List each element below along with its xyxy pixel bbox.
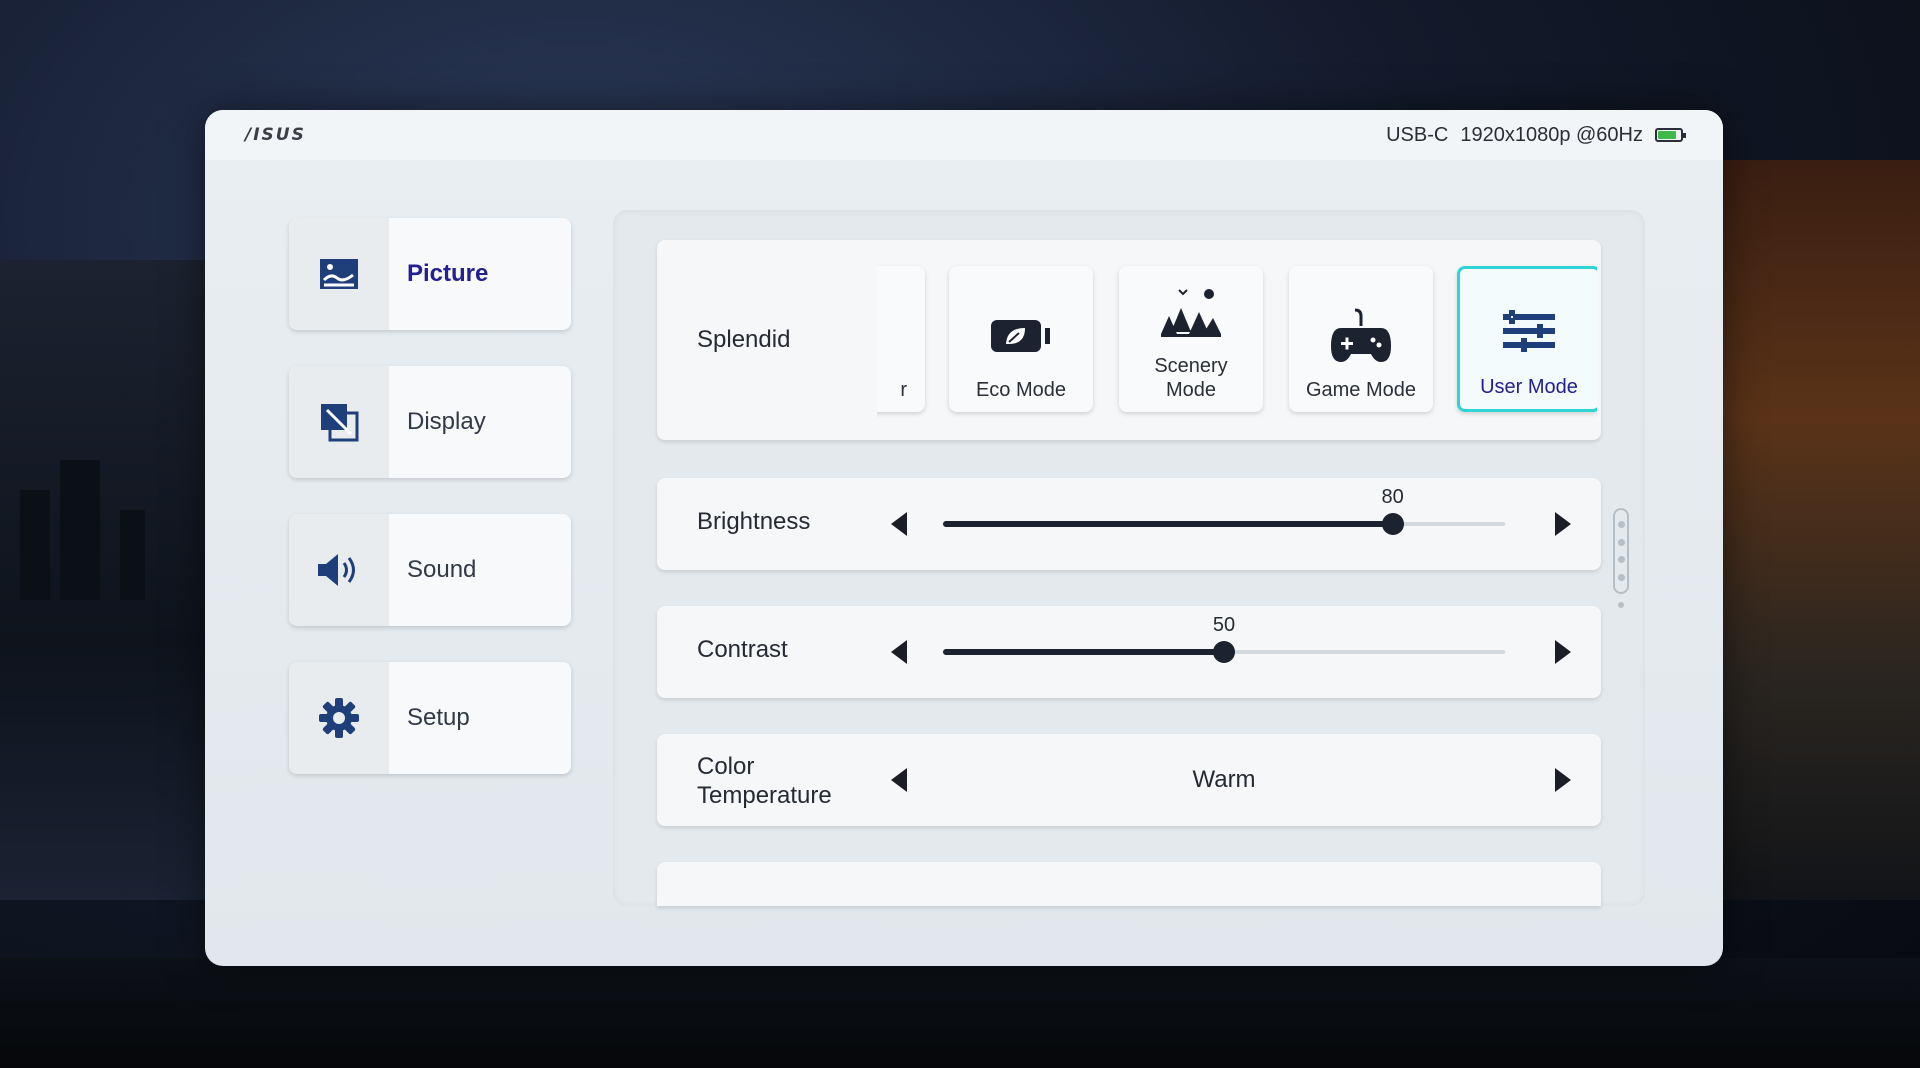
brand-logo: /ISUS	[245, 125, 306, 145]
contrast-value: 50	[1212, 614, 1236, 636]
nav-label-picture: Picture	[407, 260, 489, 287]
resolution-readout: 1920x1080p @60Hz	[1460, 123, 1643, 146]
mode-card-user[interactable]: User Mode	[1457, 266, 1597, 412]
scenery-trees-icon	[1159, 280, 1223, 344]
nav-item-sound[interactable]: Sound	[289, 514, 571, 626]
picture-settings-panel: Splendid r Eco Mode Scenery Mode Game Mo…	[613, 210, 1645, 906]
mode-label-user: User Mode	[1480, 376, 1578, 398]
brightness-label: Brightness	[697, 508, 811, 535]
display-icon	[289, 366, 389, 478]
gamepad-icon	[1329, 304, 1393, 368]
mode-label-eco: Eco Mode	[975, 379, 1067, 401]
mode-card-eco[interactable]: Eco Mode	[949, 266, 1093, 412]
mode-label-scenery: Scenery Mode	[1154, 355, 1228, 401]
side-nav: Picture Display Sound Setup	[289, 218, 571, 810]
mode-card-clipped[interactable]: r	[877, 266, 925, 412]
mode-label-game: Game Mode	[1305, 379, 1417, 401]
battery-icon	[1655, 128, 1686, 142]
brightness-slider-fill	[943, 521, 1393, 527]
background-left-scenery	[0, 260, 205, 900]
eco-leaf-icon	[989, 304, 1053, 368]
contrast-increase-arrow-icon[interactable]	[1555, 640, 1571, 664]
nav-label-setup: Setup	[407, 704, 470, 731]
mode-card-scenery[interactable]: Scenery Mode	[1119, 266, 1263, 412]
color-temperature-prev-arrow-icon[interactable]	[891, 768, 907, 792]
top-bar: /ISUS USB-C 1920x1080p @60Hz	[205, 110, 1723, 160]
splendid-row: Splendid r Eco Mode Scenery Mode Game Mo…	[657, 240, 1601, 440]
brightness-row: Brightness 80	[657, 478, 1601, 570]
brightness-decrease-arrow-icon[interactable]	[891, 512, 907, 536]
nav-label-sound: Sound	[407, 556, 477, 583]
osd-menu: /ISUS USB-C 1920x1080p @60Hz Picture Dis…	[205, 110, 1723, 966]
mode-card-game[interactable]: Game Mode	[1289, 266, 1433, 412]
partial-mode-icon	[877, 304, 883, 368]
splendid-label: Splendid	[697, 326, 791, 353]
nav-item-picture[interactable]: Picture	[289, 218, 571, 330]
contrast-row: Contrast 50	[657, 606, 1601, 698]
contrast-slider-fill	[943, 649, 1224, 655]
brightness-slider-thumb[interactable]	[1381, 513, 1404, 535]
speaker-icon	[289, 514, 389, 626]
nav-item-display[interactable]: Display	[289, 366, 571, 478]
nav-label-display: Display	[407, 408, 486, 435]
user-sliders-icon	[1501, 301, 1557, 365]
contrast-slider[interactable]: 50	[943, 614, 1505, 663]
color-temperature-row: Color Temperature Warm	[657, 734, 1601, 826]
color-temperature-value: Warm	[1192, 766, 1256, 793]
brightness-increase-arrow-icon[interactable]	[1555, 512, 1571, 536]
splendid-mode-carousel[interactable]: r Eco Mode Scenery Mode Game Mode User M…	[877, 262, 1597, 418]
input-status: USB-C 1920x1080p @60Hz	[1386, 123, 1686, 147]
brightness-value: 80	[1381, 486, 1404, 508]
contrast-slider-thumb[interactable]	[1213, 641, 1235, 663]
mode-label-clipped: r	[900, 379, 907, 401]
background-right-scenery	[1720, 160, 1920, 900]
brightness-slider[interactable]: 80	[943, 486, 1505, 535]
picture-icon	[289, 218, 389, 330]
background-bottom	[0, 958, 1920, 1068]
input-source: USB-C	[1386, 123, 1449, 146]
contrast-decrease-arrow-icon[interactable]	[891, 640, 907, 664]
gear-icon	[289, 662, 389, 774]
contrast-label: Contrast	[697, 636, 788, 663]
color-temperature-next-arrow-icon[interactable]	[1555, 768, 1571, 792]
next-setting-row-partial	[657, 862, 1601, 906]
scroll-indicator-dot	[1618, 602, 1624, 608]
color-temperature-label: Color Temperature	[697, 753, 832, 809]
scroll-indicator[interactable]	[1613, 508, 1629, 594]
nav-item-setup[interactable]: Setup	[289, 662, 571, 774]
